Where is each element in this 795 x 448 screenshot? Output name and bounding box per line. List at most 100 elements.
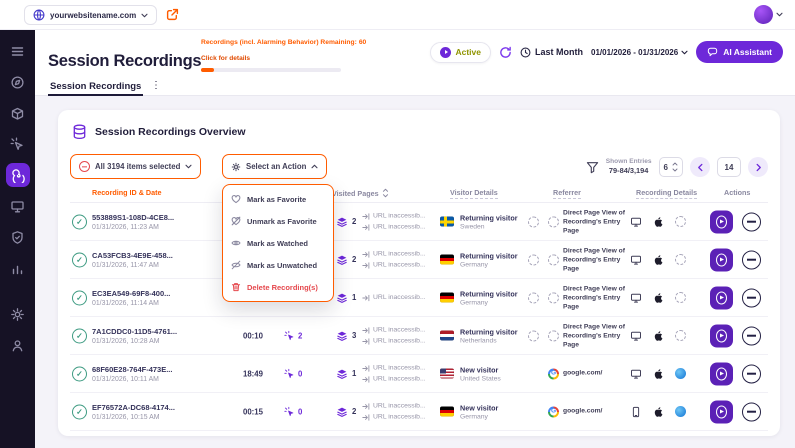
visited-url[interactable]: URL inaccessib... xyxy=(362,261,438,269)
remove-recording-button[interactable] xyxy=(742,212,761,231)
ai-assistant-button[interactable]: AI Assistant xyxy=(696,41,783,63)
refresh-button[interactable] xyxy=(499,46,512,59)
row-checkbox[interactable]: ✓ xyxy=(72,366,87,381)
menu-button[interactable] xyxy=(6,39,30,63)
remove-recording-button[interactable] xyxy=(742,326,761,345)
visited-pages-count: 2 xyxy=(336,216,356,228)
referrer-text: google.com/ xyxy=(563,369,602,378)
recording-id[interactable]: EF76572A-DC68-4174... xyxy=(92,403,217,412)
row-actions xyxy=(710,324,761,347)
menu-item-mark-as-favorite[interactable]: Mark as Favorite xyxy=(223,188,333,210)
referrer: Ggoogle.com/ xyxy=(548,406,628,417)
remove-recording-button[interactable] xyxy=(742,364,761,383)
referrer: Direct Page View of Recording's Entry Pa… xyxy=(548,322,628,349)
page-size-control[interactable]: 6 xyxy=(659,157,683,177)
sidebar-item-dashboard[interactable] xyxy=(6,70,30,94)
table-row[interactable]: ✓EC3EA549-69F8-400...01/31/2026, 11:14 A… xyxy=(70,279,768,317)
click-for-details-link[interactable]: Click for details xyxy=(201,55,250,62)
play-recording-button[interactable] xyxy=(710,400,733,423)
play-recording-button[interactable] xyxy=(710,286,733,309)
direct-referrer-icon xyxy=(548,254,559,265)
date-range-picker[interactable]: 01/01/2026 - 01/31/2026 xyxy=(591,48,688,57)
table-row[interactable]: ✓7A1CDDC0-11D5-4761...01/31/2026, 10:28 … xyxy=(70,317,768,355)
column-recording-id-date[interactable]: Recording ID & Date xyxy=(92,188,162,197)
recording-id[interactable]: EC3EA549-69F8-400... xyxy=(92,289,217,298)
recording-id[interactable]: 7A1CDDC0-11D5-4761... xyxy=(92,327,217,336)
open-website-button[interactable] xyxy=(166,8,179,21)
sort-icon[interactable] xyxy=(382,188,389,198)
sidebar-item-screens[interactable] xyxy=(6,194,30,218)
site-selector[interactable]: yourwebsitename.com xyxy=(24,5,157,25)
referrer-text: Direct Page View of Recording's Entry Pa… xyxy=(563,246,628,273)
menu-item-delete-recording-s[interactable]: Delete Recording(s) xyxy=(223,276,333,298)
current-page-indicator[interactable]: 14 xyxy=(717,157,741,177)
tab-options-kebab[interactable]: ⋮ xyxy=(151,80,161,91)
row-checkbox[interactable]: ✓ xyxy=(72,214,87,229)
sidebar-item-session-recordings[interactable] xyxy=(6,163,30,187)
visited-url[interactable]: URL inaccessib... xyxy=(362,250,438,258)
page-entry-icon xyxy=(362,402,370,410)
visited-url[interactable]: URL inaccessib... xyxy=(362,337,438,345)
avatar[interactable] xyxy=(754,5,773,24)
column-recording-details[interactable]: Recording Details xyxy=(636,188,697,197)
previous-page-button[interactable] xyxy=(690,157,710,177)
visited-url[interactable]: URL inaccessib... xyxy=(362,212,438,220)
column-visitor-details[interactable]: Visitor Details xyxy=(450,188,498,197)
row-checkbox[interactable]: ✓ xyxy=(72,404,87,419)
row-checkbox[interactable]: ✓ xyxy=(72,290,87,305)
table-row[interactable]: ✓68F60E28-764F-473E...01/31/2026, 10:11 … xyxy=(70,355,768,393)
row-checkbox[interactable]: ✓ xyxy=(72,328,87,343)
select-action-dropdown[interactable]: Select an Action xyxy=(222,154,327,179)
play-recording-button[interactable] xyxy=(710,362,733,385)
remove-recording-button[interactable] xyxy=(742,250,761,269)
sidebar-item-interactions[interactable] xyxy=(6,132,30,156)
recording-id[interactable]: 68F60E28-764F-473E... xyxy=(92,365,217,374)
page-entry-icon xyxy=(362,364,370,372)
column-visited-pages[interactable]: Visited Pages xyxy=(332,188,389,198)
remove-recording-button[interactable] xyxy=(742,288,761,307)
table-row[interactable]: ✓553889S1-108D-4CE8...01/31/2026, 11:23 … xyxy=(70,203,768,241)
column-referrer[interactable]: Referrer xyxy=(553,188,581,197)
play-recording-button[interactable] xyxy=(710,324,733,347)
page-size-stepper[interactable] xyxy=(672,162,678,172)
next-page-button[interactable] xyxy=(748,157,768,177)
sidebar-item-privacy[interactable] xyxy=(6,225,30,249)
unknown-browser-icon xyxy=(675,216,686,227)
visitor-details: Returning visitorGermany xyxy=(440,289,544,306)
active-status-toggle[interactable]: Active xyxy=(430,42,491,63)
row-checkbox[interactable]: ✓ xyxy=(72,252,87,267)
visited-url[interactable]: URL inaccessib... xyxy=(362,326,438,334)
sidebar-item-account[interactable] xyxy=(6,333,30,357)
visited-url[interactable]: URL inaccessib... xyxy=(362,413,438,421)
select-all-dropdown[interactable]: All 3194 items selected xyxy=(70,154,201,179)
play-recording-button[interactable] xyxy=(710,248,733,271)
recording-id[interactable]: 553889S1-108D-4CE8... xyxy=(92,213,217,222)
gear-icon xyxy=(231,162,241,172)
recording-details xyxy=(630,254,686,266)
row-actions xyxy=(710,400,761,423)
remove-recording-button[interactable] xyxy=(742,402,761,421)
visited-url[interactable]: URL inaccessib... xyxy=(362,294,438,302)
table-row[interactable]: ✓CA53FCB3-4E9E-458...01/31/2026, 11:47 A… xyxy=(70,241,768,279)
tab-session-recordings[interactable]: Session Recordings xyxy=(48,78,143,96)
desktop-device-icon xyxy=(630,292,642,304)
page-entry-icon xyxy=(362,250,370,258)
menu-item-mark-as-unwatched[interactable]: Mark as Unwatched xyxy=(223,254,333,276)
visited-urls: URL inaccessib... xyxy=(362,294,438,302)
play-recording-button[interactable] xyxy=(710,210,733,233)
menu-item-mark-as-watched[interactable]: Mark as Watched xyxy=(223,232,333,254)
sidebar-item-statistics[interactable] xyxy=(6,256,30,280)
table-row[interactable]: ✓EF76572A-DC68-4174...01/31/2026, 10:15 … xyxy=(70,393,768,431)
menu-item-unmark-as-favorite[interactable]: Unmark as Favorite xyxy=(223,210,333,232)
account-menu[interactable] xyxy=(754,5,783,24)
sidebar-item-settings[interactable] xyxy=(6,302,30,326)
visited-url[interactable]: URL inaccessib... xyxy=(362,375,438,383)
recording-id[interactable]: CA53FCB3-4E9E-458... xyxy=(92,251,217,260)
visited-url[interactable]: URL inaccessib... xyxy=(362,223,438,231)
sidebar-item-products[interactable] xyxy=(6,101,30,125)
visited-url[interactable]: URL inaccessib... xyxy=(362,402,438,410)
filter-button[interactable] xyxy=(586,161,599,174)
visited-url[interactable]: URL inaccessib... xyxy=(362,364,438,372)
visited-urls: URL inaccessib... URL inaccessib... xyxy=(362,250,438,269)
visited-pages-count: 1 xyxy=(336,368,356,380)
